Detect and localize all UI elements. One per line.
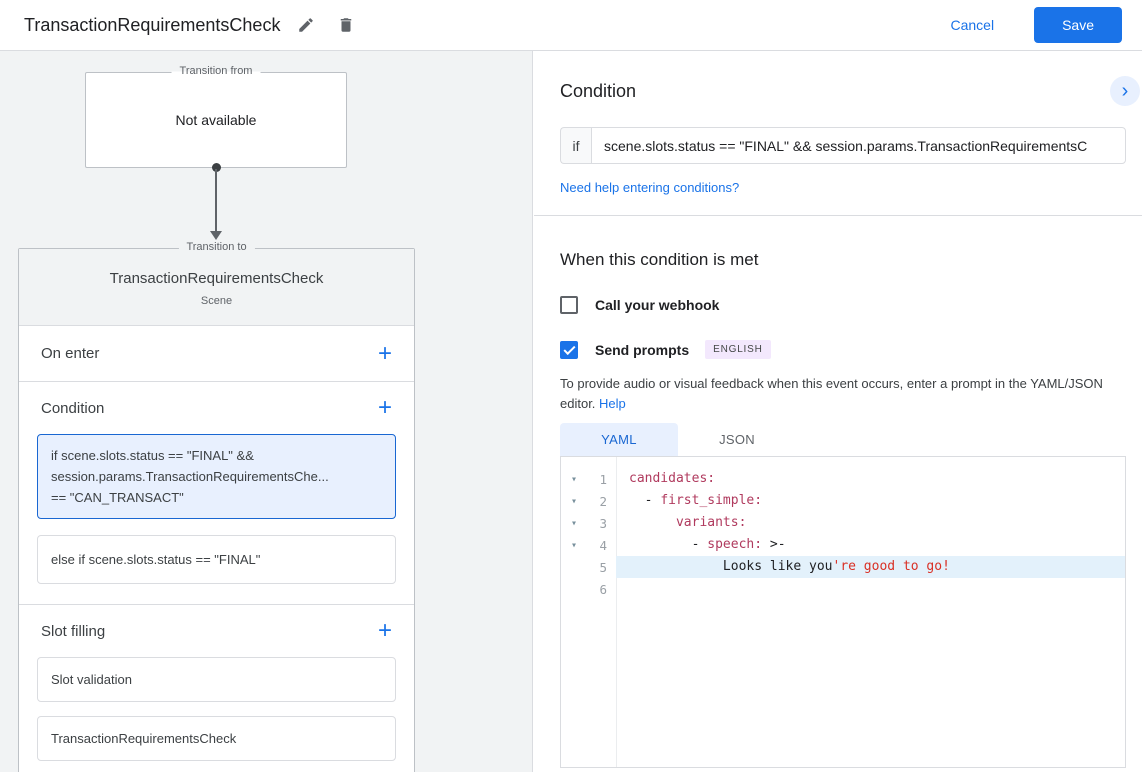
page-title: TransactionRequirementsCheck xyxy=(24,15,280,36)
webhook-label: Call your webhook xyxy=(595,297,719,313)
editor-tabs: YAML JSON xyxy=(560,423,1126,456)
line-number: 2 xyxy=(587,494,616,509)
tab-json[interactable]: JSON xyxy=(678,423,796,456)
code-line: 6 xyxy=(561,578,1125,600)
scene-card-title: TransactionRequirementsCheck xyxy=(19,270,414,287)
help-link[interactable]: Help xyxy=(599,396,626,411)
on-enter-section: On enter + xyxy=(19,326,414,382)
condition-input[interactable] xyxy=(591,127,1126,164)
cancel-button[interactable]: Cancel xyxy=(944,16,1000,34)
code-token: - xyxy=(629,534,707,556)
prompt-hint-text: To provide audio or visual feedback when… xyxy=(560,374,1126,414)
code-line: ▾ 2 - first_simple: xyxy=(561,490,1125,512)
slot-scene-card[interactable]: TransactionRequirementsCheck xyxy=(37,716,396,761)
tab-yaml[interactable]: YAML xyxy=(560,423,678,456)
section-divider xyxy=(534,215,1142,216)
pencil-icon xyxy=(297,16,315,34)
send-prompts-checkbox-row[interactable]: Send prompts ENGLISH xyxy=(560,340,771,359)
code-line: ▾ 4 - speech: >- xyxy=(561,534,1125,556)
condition-card-selected[interactable]: if scene.slots.status == "FINAL" && sess… xyxy=(37,434,396,519)
fold-icon[interactable]: ▾ xyxy=(561,474,587,485)
transition-from-label: Transition from xyxy=(172,65,261,77)
trash-icon xyxy=(337,16,355,34)
code-token: 're good to go! xyxy=(833,556,950,578)
slot-validation-card[interactable]: Slot validation xyxy=(37,657,396,702)
line-number: 6 xyxy=(587,582,616,597)
prompt-hint-body: To provide audio or visual feedback when… xyxy=(560,376,1103,411)
fold-icon[interactable]: ▾ xyxy=(561,540,587,551)
code-line: ▾ 1 candidates: xyxy=(561,468,1125,490)
chevron-right-icon: › xyxy=(1122,80,1129,102)
send-prompts-checkbox[interactable] xyxy=(560,341,578,359)
webhook-checkbox-row[interactable]: Call your webhook xyxy=(560,296,719,314)
add-slot-button[interactable]: + xyxy=(370,619,400,643)
condition-help-link[interactable]: Need help entering conditions? xyxy=(560,180,739,195)
condition-expression-row: if xyxy=(560,127,1126,164)
line-number: 1 xyxy=(587,472,616,487)
condition-section-label: Condition xyxy=(41,400,104,417)
arrow-head-icon xyxy=(210,231,222,240)
condition-line: session.params.TransactionRequirementsCh… xyxy=(51,466,382,487)
save-button[interactable]: Save xyxy=(1034,7,1122,43)
on-enter-label: On enter xyxy=(41,345,99,362)
condition-section: Condition + if scene.slots.status == "FI… xyxy=(19,382,414,605)
add-on-enter-button[interactable]: + xyxy=(370,342,400,366)
transition-to-label: Transition to xyxy=(178,241,254,253)
webhook-checkbox[interactable] xyxy=(560,296,578,314)
code-token: >- xyxy=(762,534,785,556)
code-token: first_simple: xyxy=(660,490,762,512)
transition-to-card: Transition to TransactionRequirementsChe… xyxy=(18,248,415,772)
code-token: - xyxy=(629,490,660,512)
condition-detail-panel: › Condition if Need help entering condit… xyxy=(534,51,1142,772)
collapse-panel-button[interactable]: › xyxy=(1110,76,1140,106)
if-prefix-label: if xyxy=(560,127,591,164)
send-prompts-label: Send prompts xyxy=(595,342,689,358)
code-token: Looks like you xyxy=(629,556,833,578)
transition-from-box: Transition from Not available xyxy=(85,72,347,168)
delete-scene-button[interactable] xyxy=(332,11,360,39)
slot-filling-label: Slot filling xyxy=(41,623,105,640)
condition-line: if scene.slots.status == "FINAL" && xyxy=(51,445,382,466)
scene-graph-panel: Transition from Not available Transition… xyxy=(0,51,533,772)
transition-from-content: Not available xyxy=(86,73,346,167)
fold-icon[interactable]: ▾ xyxy=(561,496,587,507)
condition-card-else[interactable]: else if scene.slots.status == "FINAL" xyxy=(37,535,396,584)
scene-card-header: TransactionRequirementsCheck Scene xyxy=(19,249,414,326)
transition-arrow xyxy=(215,169,217,231)
add-condition-button[interactable]: + xyxy=(370,396,400,420)
slot-filling-section: Slot filling + Slot validation Transacti… xyxy=(19,605,414,772)
language-badge: ENGLISH xyxy=(705,340,771,359)
code-line-active: 5 Looks like you're good to go! xyxy=(561,556,1125,578)
code-token: speech: xyxy=(707,534,762,556)
line-number: 5 xyxy=(587,560,616,575)
top-bar: TransactionRequirementsCheck Cancel Save xyxy=(0,0,1142,51)
code-token: variants: xyxy=(676,512,746,534)
code-line: ▾ 3 variants: xyxy=(561,512,1125,534)
when-condition-met-heading: When this condition is met xyxy=(560,250,1126,270)
fold-icon[interactable]: ▾ xyxy=(561,518,587,529)
condition-heading: Condition xyxy=(560,81,1126,102)
condition-line: == "CAN_TRANSACT" xyxy=(51,487,382,508)
code-editor[interactable]: ▾ 1 candidates: ▾ 2 - first_simple: ▾ 3 … xyxy=(560,456,1126,768)
scene-card-subtitle: Scene xyxy=(19,295,414,307)
code-token: candidates: xyxy=(629,468,715,490)
scene-editor-page: TransactionRequirementsCheck Cancel Save… xyxy=(0,0,1142,772)
line-number: 3 xyxy=(587,516,616,531)
code-token xyxy=(629,512,676,534)
line-number: 4 xyxy=(587,538,616,553)
edit-title-button[interactable] xyxy=(292,11,320,39)
